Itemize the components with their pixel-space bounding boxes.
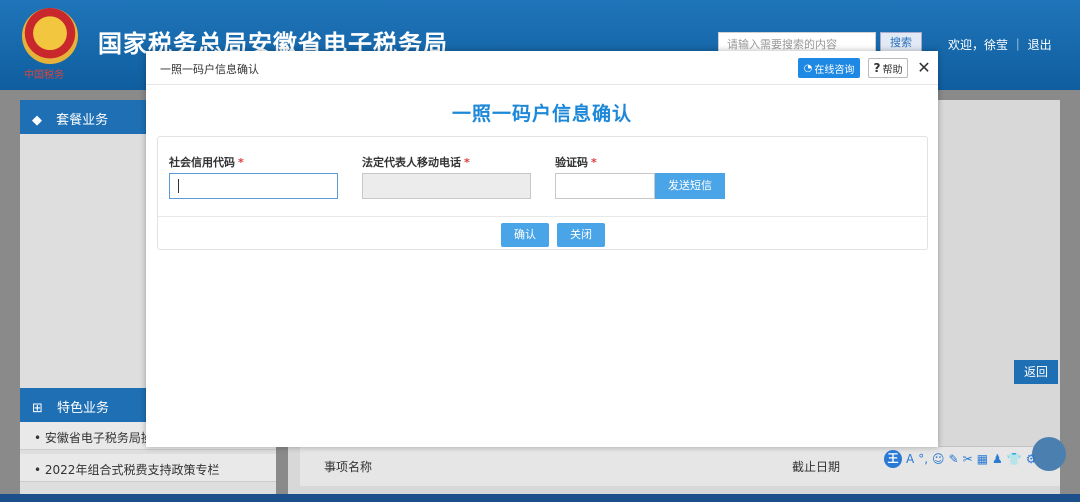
table-col-header: 事项名称 — [324, 460, 373, 474]
confirm-button[interactable]: 确认 — [501, 223, 549, 247]
required-mark: * — [238, 156, 244, 169]
online-consult-button[interactable]: ◔ 在线咨询 — [798, 58, 860, 78]
legal-rep-phone-input — [362, 173, 531, 199]
tax-emblem-icon — [22, 8, 78, 64]
close-icon[interactable]: ✕ — [914, 57, 934, 79]
ime-toolbar: 王 A °, ☺ ✎ ✂ ▦ ♟ 👕 ⚙ — [882, 447, 1080, 471]
ime-logo-icon[interactable]: 王 — [884, 450, 902, 468]
grid-icon: ⊞ — [32, 401, 43, 416]
ime-keyboard-icon[interactable]: ▦ — [977, 452, 988, 466]
info-confirm-dialog: 一照一码户信息确认 ◔ 在线咨询 ? 帮助 ✕ 一照一码户信息确认 社会信用代码… — [146, 51, 938, 447]
ime-punct-icon[interactable]: °, — [918, 452, 928, 466]
help-button[interactable]: ? 帮助 — [868, 58, 908, 78]
dialog-window-title: 一照一码户信息确认 — [160, 63, 259, 76]
ime-settings-icon[interactable]: ⚙ — [1026, 452, 1037, 466]
dialog-titlebar: 一照一码户信息确认 ◔ 在线咨询 ? 帮助 ✕ — [146, 51, 938, 85]
panel-divider — [158, 216, 927, 217]
close-button[interactable]: 关闭 — [557, 223, 605, 247]
emblem-caption: 中国税务 — [24, 70, 64, 81]
ime-emoji-icon[interactable]: ☺ — [932, 452, 945, 466]
credit-code-label: 社会信用代码 * — [169, 156, 244, 169]
verification-code-label: 验证码 * — [555, 156, 597, 169]
text-cursor — [178, 178, 179, 193]
ime-user-icon[interactable]: ♟ — [992, 452, 1003, 466]
sidebar-section-label: 特色业务 — [57, 401, 110, 416]
ime-handwrite-icon[interactable]: ✎ — [949, 452, 959, 466]
online-consult-label: 在线咨询 — [814, 64, 855, 76]
form-panel: 社会信用代码 * 法定代表人移动电话 * 验证码 * 发送短信 确认 关闭 — [157, 136, 928, 250]
legal-rep-phone-label: 法定代表人移动电话 * — [362, 156, 470, 169]
table-col-header: 截止日期 — [792, 460, 841, 474]
credit-code-input[interactable] — [169, 173, 338, 199]
required-mark: * — [591, 156, 597, 169]
layers-icon: ◆ — [32, 113, 42, 128]
send-sms-button[interactable]: 发送短信 — [655, 173, 725, 199]
ime-skin-icon[interactable]: 👕 — [1007, 452, 1022, 466]
help-label: 帮助 — [882, 64, 903, 76]
question-icon: ? — [873, 61, 881, 75]
ime-lang-icon[interactable]: A — [906, 452, 914, 466]
ime-scissors-icon[interactable]: ✂ — [963, 452, 973, 466]
os-taskbar — [0, 494, 1080, 502]
verification-code-input[interactable] — [555, 173, 655, 199]
required-mark: * — [464, 156, 470, 169]
dialog-heading: 一照一码户信息确认 — [451, 103, 632, 125]
headset-icon: ◔ — [803, 62, 813, 74]
welcome-text[interactable]: 欢迎，徐莹 ｜ 退出 — [948, 36, 1052, 53]
sidebar-section-label: 套餐业务 — [56, 113, 109, 128]
sidebar-item[interactable]: • 2022年组合式税费支持政策专栏 — [20, 454, 276, 482]
return-button[interactable]: 返回 — [1014, 360, 1058, 384]
